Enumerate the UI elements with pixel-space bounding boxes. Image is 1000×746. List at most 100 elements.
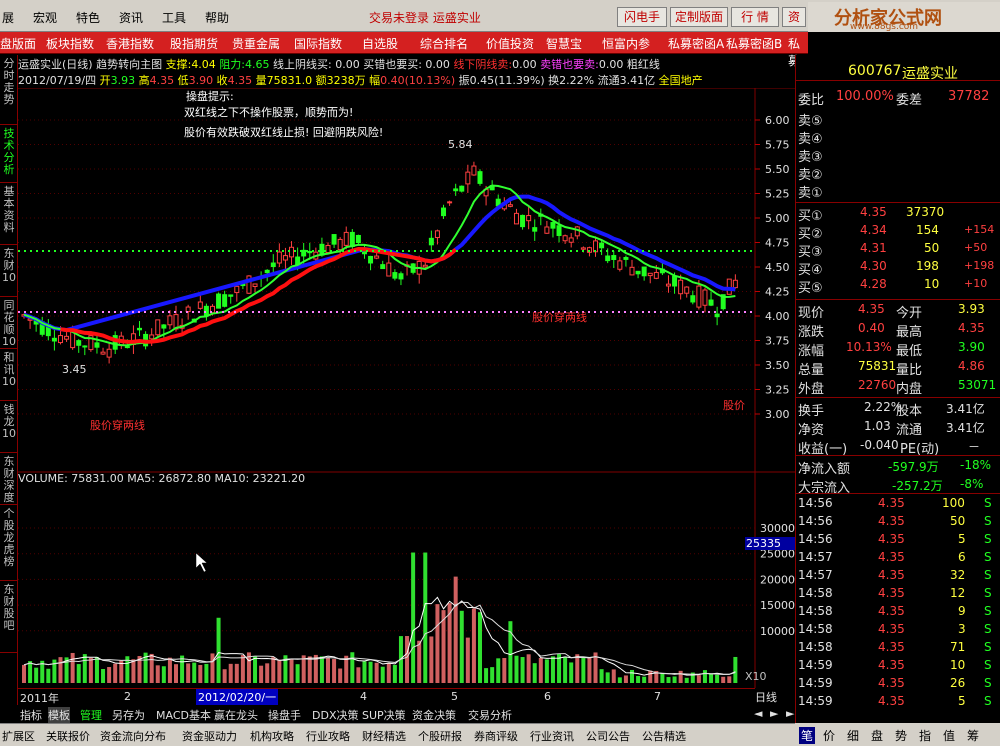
nav-item-6[interactable]: 自选股 xyxy=(362,35,398,52)
quote-tab-4[interactable]: 势 xyxy=(895,727,907,744)
quote-tab-2[interactable]: 细 xyxy=(847,727,859,744)
tip-line-2: 股价有效跌破双红线止损! 回避阴跌风险! xyxy=(184,125,383,139)
footer-tab-8[interactable]: 券商评级 xyxy=(474,728,518,744)
sell-row-1: 卖① xyxy=(796,181,1000,201)
footer-tab-1[interactable]: 关联报价 xyxy=(46,728,90,744)
quote-tab-5[interactable]: 指 xyxy=(919,727,931,744)
quote-tab-6[interactable]: 值 xyxy=(943,727,955,744)
menu-item-ext[interactable]: 展 xyxy=(2,9,14,26)
quote-tab-7[interactable]: 筹 xyxy=(967,727,979,744)
nav-item-1[interactable]: 板块指数 xyxy=(46,35,94,52)
bottom-tab-3[interactable]: 另存为 xyxy=(112,707,145,723)
region-label[interactable]: 全国地产 xyxy=(659,74,703,87)
left-rail-tab-7[interactable]: 东财深度 xyxy=(0,453,18,505)
bottom-tab-2[interactable]: 管理 xyxy=(80,707,102,723)
left-rail-tab-9[interactable]: 东财股吧 xyxy=(0,581,18,653)
nav-item-4[interactable]: 贵重金属 xyxy=(232,35,280,52)
left-rail-tab-5[interactable]: 和讯10 xyxy=(0,349,18,401)
thick-red-label: 粗红线 xyxy=(626,58,660,71)
menu-item-feature[interactable]: 特色 xyxy=(76,9,100,26)
nav-item-7[interactable]: 综合排名 xyxy=(420,35,468,52)
scroll-arrow-icon[interactable]: ► xyxy=(770,707,778,720)
footer-tab-4[interactable]: 机构攻略 xyxy=(250,728,294,744)
footer-tab-11[interactable]: 公告精选 xyxy=(642,728,686,744)
footer-tab-7[interactable]: 个股研报 xyxy=(418,728,462,744)
quote-tab-0[interactable]: 笔 xyxy=(799,727,816,744)
bottom-tab-7[interactable]: DDX决策 xyxy=(312,707,358,723)
menu-item-tools[interactable]: 工具 xyxy=(162,9,186,26)
left-rail-tab-0[interactable]: 分时走势 xyxy=(0,55,18,125)
bottom-tab-5[interactable]: 赢在龙头 xyxy=(214,707,258,723)
tick-volume: 12 xyxy=(950,586,966,600)
footer-tab-2[interactable]: 资金流向分布 xyxy=(100,728,166,744)
left-rail-tab-6[interactable]: 钱龙10 xyxy=(0,401,18,453)
left-rail-tab-3[interactable]: 东财10 xyxy=(0,245,18,297)
quote-tab-1[interactable]: 价 xyxy=(823,727,835,744)
volume-bar xyxy=(617,677,622,683)
left-rail-tab-8[interactable]: 个股龙虎榜 xyxy=(0,505,18,581)
footer-tab-9[interactable]: 行业资讯 xyxy=(530,728,574,744)
volume-bar xyxy=(429,636,434,683)
nav-item-10[interactable]: 恒富内参 xyxy=(602,35,650,52)
candlestick-series xyxy=(21,161,738,364)
volume-bar xyxy=(155,665,160,683)
left-rail-tab-2[interactable]: 基本资料 xyxy=(0,183,18,245)
menu-item-help[interactable]: 帮助 xyxy=(205,9,229,26)
volume-bar xyxy=(265,663,270,683)
nav-item-2[interactable]: 香港指数 xyxy=(106,35,154,52)
nav-item-11[interactable]: 私募密函A xyxy=(668,35,724,52)
kline-chart[interactable]: 6.00 5.75 5.50 5.25 5.00 4.75 4.50 4.25 4.00 3.75… xyxy=(18,88,795,688)
stat-row-4: 外盘 22760 内盘 53071 xyxy=(796,377,1000,397)
volume-bar xyxy=(502,658,507,683)
bottom-tab-9[interactable]: 资金决策 xyxy=(412,707,456,723)
buy-row-1: 买① 4.35 37370 xyxy=(796,204,1000,224)
bottom-tab-10[interactable]: 交易分析 xyxy=(468,707,512,723)
menu-item-news[interactable]: 资讯 xyxy=(119,9,143,26)
buy-anyway: 买错也要买: 0.00 xyxy=(363,58,450,71)
nav-item-9[interactable]: 智慧宝 xyxy=(546,35,582,52)
quote-tab-3[interactable]: 盘 xyxy=(871,727,883,744)
tick-volume: 26 xyxy=(950,676,966,690)
left-rail-tab-4[interactable]: 同花顺10 xyxy=(0,297,18,349)
custom-layout-button[interactable]: 定制版面 xyxy=(670,7,728,27)
bottom-tab-0[interactable]: 指标 xyxy=(20,707,42,723)
nav-item-5[interactable]: 国际指数 xyxy=(294,35,342,52)
bottom-tab-6[interactable]: 操盘手 xyxy=(268,707,301,723)
volume-bar xyxy=(70,652,75,683)
menu-item-macro[interactable]: 宏观 xyxy=(33,9,57,26)
footer-tab-10[interactable]: 公司公告 xyxy=(586,728,630,744)
period-label[interactable]: 日线 xyxy=(755,689,777,705)
volume-axis: 3000025000200001500010000 xyxy=(18,522,795,638)
scroll-arrow-icon[interactable]: ◄ xyxy=(754,707,762,720)
volume-bar xyxy=(174,664,178,683)
footer-tab-6[interactable]: 财经精选 xyxy=(362,728,406,744)
bottom-tab-8[interactable]: SUP决策 xyxy=(362,707,406,723)
nav-item-0[interactable]: 盘版面 xyxy=(0,35,36,52)
volume-bar xyxy=(198,664,203,683)
bottom-tab-1[interactable]: 模板 xyxy=(48,707,70,723)
nav-item-12[interactable]: 私募密函B xyxy=(726,35,782,52)
left-rail-tab-1[interactable]: 技术分析 xyxy=(0,125,18,183)
weicha-value: 37782 xyxy=(948,89,990,104)
volume-bar xyxy=(204,663,209,683)
volume-bars xyxy=(22,552,738,683)
volume-bar xyxy=(702,670,707,683)
footer-tab-5[interactable]: 行业攻略 xyxy=(306,728,350,744)
tick-volume: 32 xyxy=(950,568,966,582)
nav-item-8[interactable]: 价值投资 xyxy=(486,35,534,52)
sell-anyway-value: 0.00 xyxy=(598,58,624,71)
date-year: 2011年 xyxy=(20,692,59,705)
candle-body xyxy=(441,207,447,217)
nav-item-3[interactable]: 股指期货 xyxy=(170,35,218,52)
quotes-button[interactable]: 行 情 xyxy=(731,7,779,27)
bottom-tab-4[interactable]: MACD基本 xyxy=(156,707,211,723)
tick-volume: 3 xyxy=(958,622,966,636)
volume-bar xyxy=(28,661,33,683)
volume-bar xyxy=(180,655,185,683)
panel-divider xyxy=(796,80,1000,81)
indicator-name[interactable]: 趋势转向主图 xyxy=(96,58,162,71)
footer-tab-0[interactable]: 扩展区 xyxy=(2,728,35,744)
flash-trade-button[interactable]: 闪电手 xyxy=(617,7,667,27)
footer-tab-3[interactable]: 资金驱动力 xyxy=(182,728,237,744)
info-button[interactable]: 资 xyxy=(782,7,806,27)
